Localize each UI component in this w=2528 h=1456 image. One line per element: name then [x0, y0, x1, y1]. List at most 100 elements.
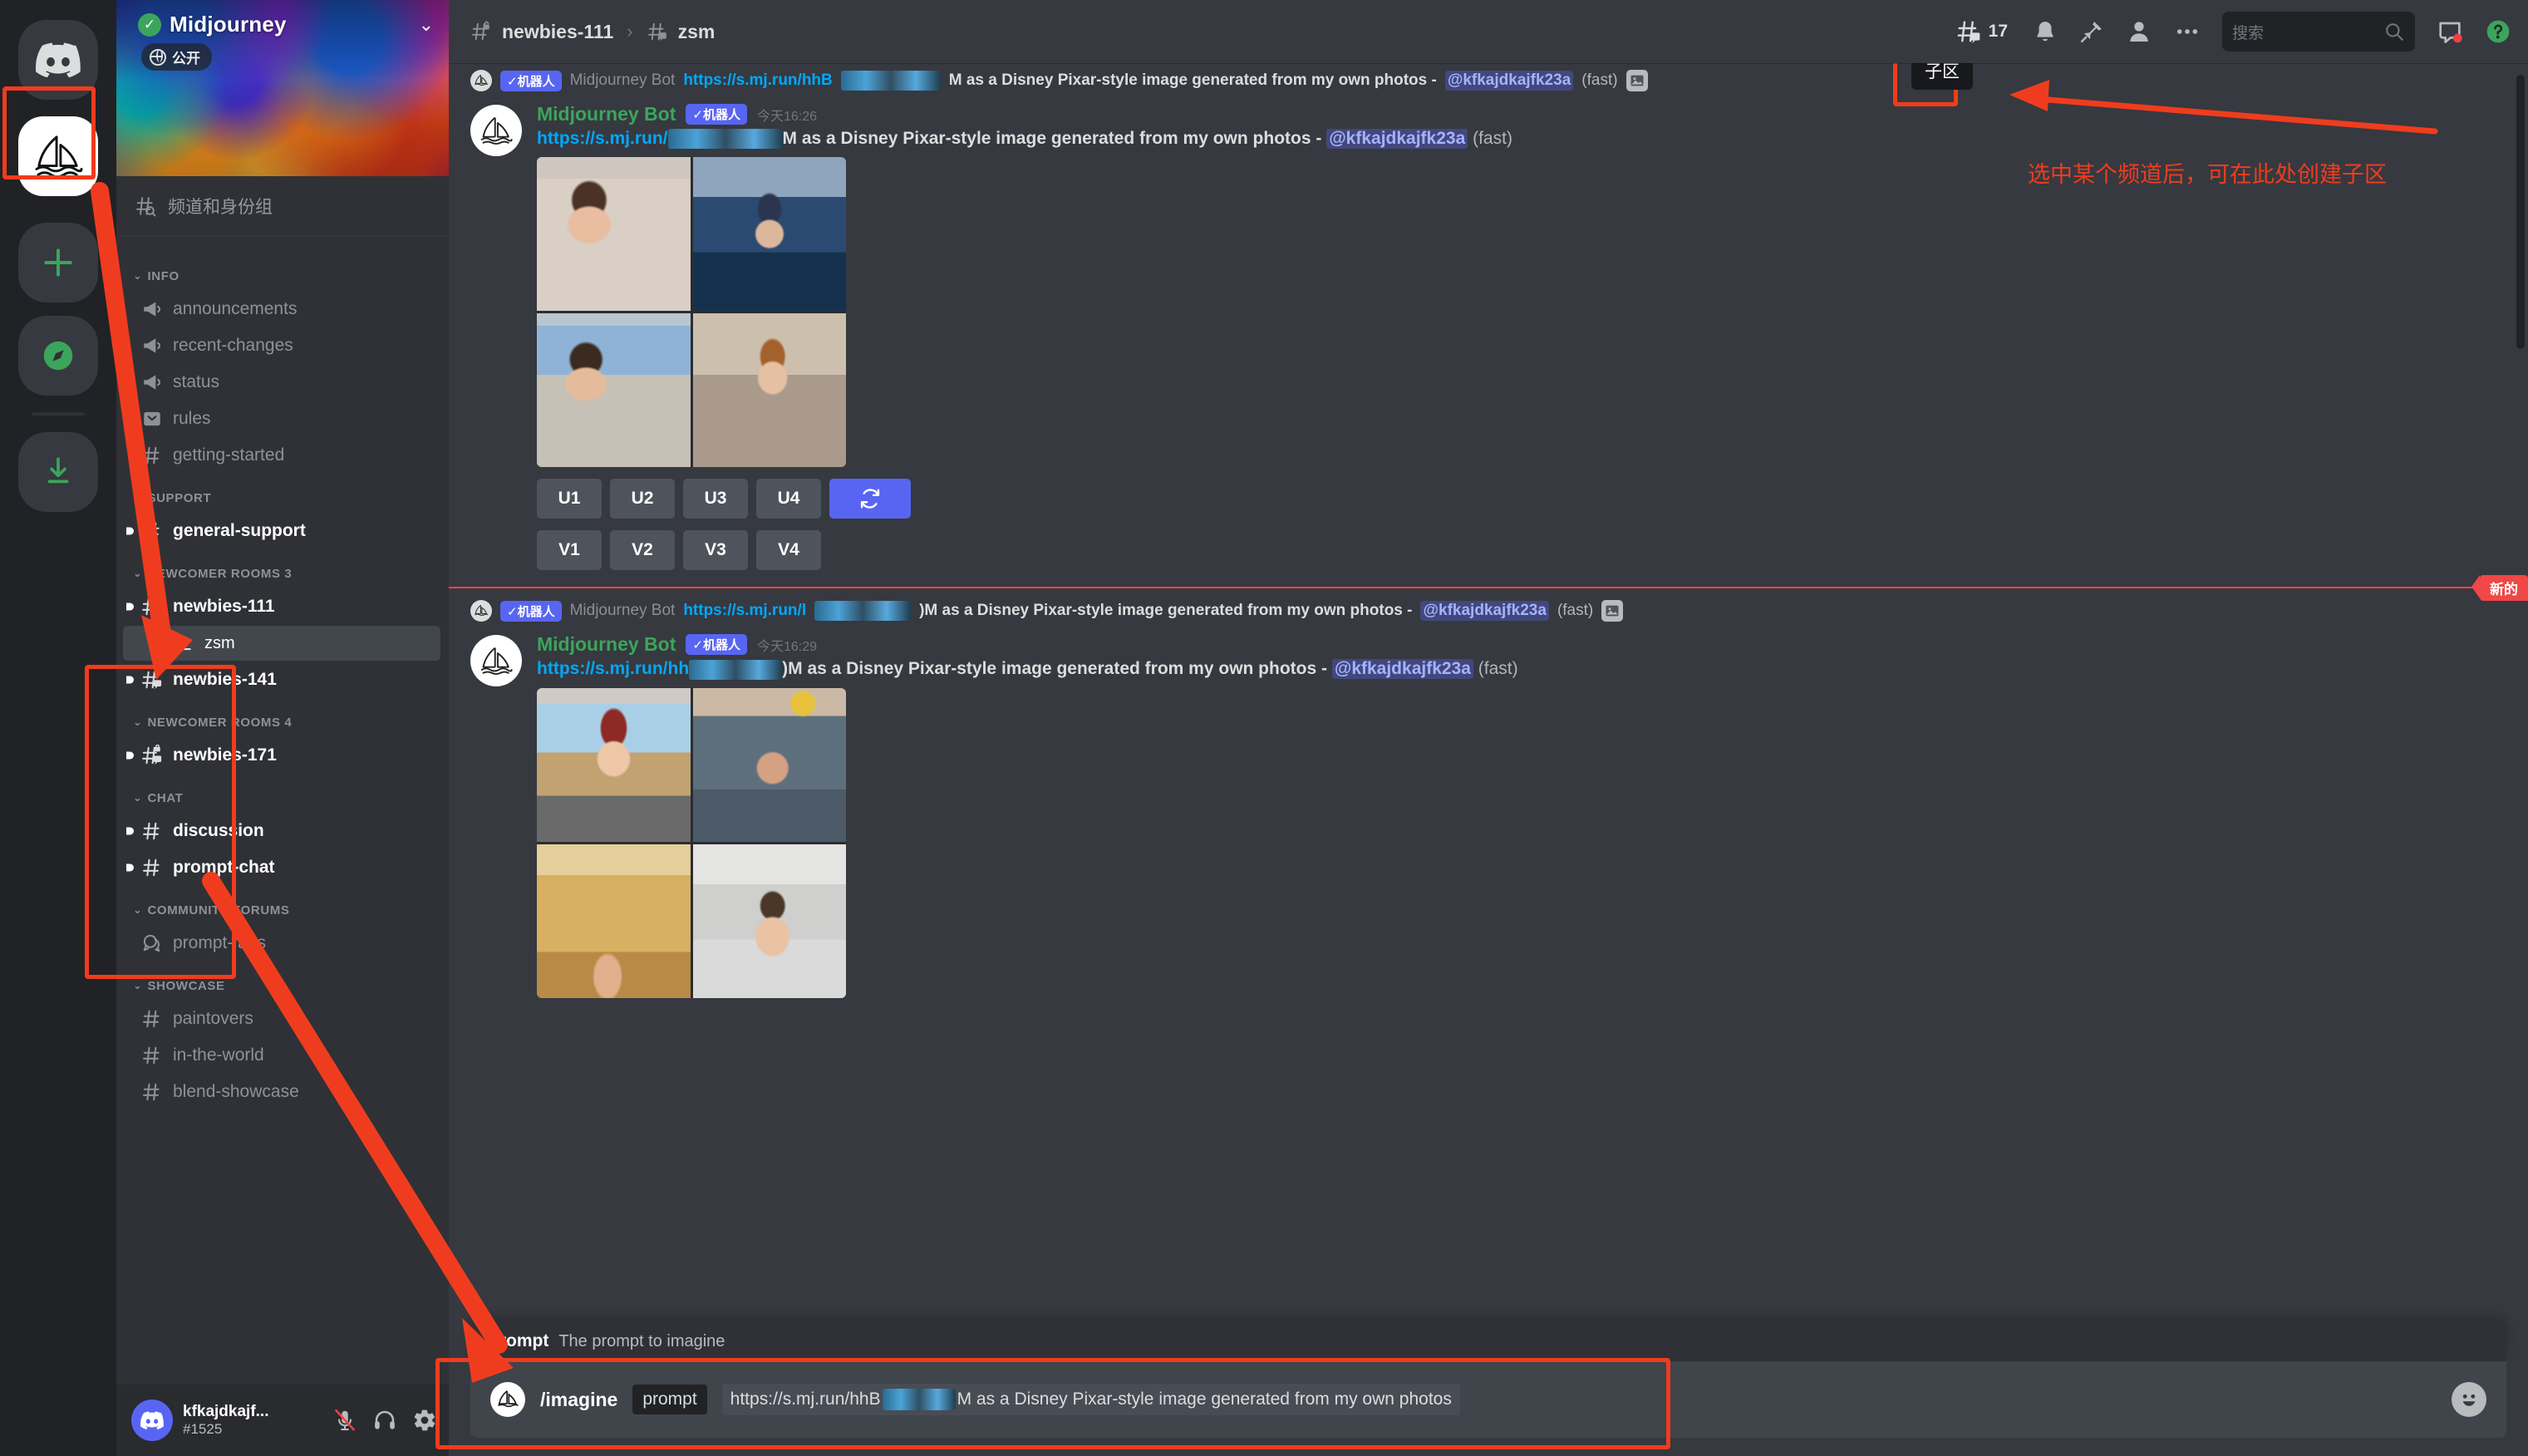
message-compact-preview[interactable]: ✓机器人 Midjourney Bot https://s.mj.run/hhB… — [449, 63, 2528, 98]
message-list[interactable]: ✓机器人 Midjourney Bot https://s.mj.run/hhB… — [449, 63, 2528, 1321]
thread-branch-icon — [177, 634, 191, 651]
sidebar-channel-general-support[interactable]: general-support — [123, 514, 440, 548]
upscale-button-u3[interactable]: U3 — [683, 479, 748, 519]
discord-home-button[interactable] — [18, 20, 98, 100]
sidebar-channel-rules[interactable]: rules — [123, 401, 440, 436]
chevron-down-icon[interactable]: ⌄ — [419, 14, 434, 36]
hash-icon — [143, 1083, 160, 1101]
category-header-info[interactable]: ⌄ INFO — [116, 253, 449, 290]
message-author[interactable]: Midjourney Bot — [537, 633, 676, 656]
message-link[interactable]: https://s.mj.run/hhB — [683, 71, 832, 90]
help-icon[interactable] — [2485, 18, 2511, 45]
avatar[interactable] — [131, 1399, 173, 1441]
sidebar-channel-announcements[interactable]: announcements — [123, 292, 440, 327]
channel-list[interactable]: ⌄ INFO announcements recent-changes status ru… — [116, 236, 449, 1385]
image-icon — [1606, 606, 1619, 617]
message-compact-preview[interactable]: ✓机器人 Midjourney Bot https://s.mj.run/l )… — [449, 593, 2528, 628]
generated-image[interactable] — [537, 313, 691, 468]
channel-label: newbies-141 — [173, 670, 277, 689]
avatar[interactable] — [470, 635, 522, 687]
upscale-button-u4[interactable]: U4 — [756, 479, 821, 519]
sidebar-channel-in-the-world[interactable]: in-the-world — [123, 1038, 440, 1073]
image-grid[interactable] — [537, 687, 846, 998]
generated-image[interactable] — [692, 687, 846, 842]
message-scrollbar[interactable] — [2516, 75, 2525, 349]
sidebar-channel-paintovers[interactable]: paintovers — [123, 1001, 440, 1036]
sidebar-channel-zsm[interactable]: zsm — [123, 626, 440, 661]
sidebar-channel-prompt-faqs[interactable]: prompt-faqs — [123, 926, 440, 961]
server-banner[interactable]: ✓ Midjourney ⌄ 公开 — [116, 0, 449, 176]
message[interactable]: Midjourney Bot ✓机器人 今天16:29 https://s.mj… — [449, 628, 2528, 1001]
sidebar-channel-prompt-chat[interactable]: prompt-chat — [123, 850, 440, 885]
download-apps-button[interactable] — [18, 432, 98, 512]
avatar[interactable] — [470, 105, 522, 156]
category-header-newcomer-rooms-4[interactable]: ⌄ NEWCOMER ROOMS 4 — [116, 699, 449, 736]
sidebar-channel-getting-started[interactable]: getting-started — [123, 438, 440, 473]
mention[interactable]: @kfkajdkajfk23a — [1444, 71, 1574, 91]
variation-button-v1[interactable]: V1 — [537, 530, 602, 571]
message-link[interactable]: https://s.mj.run/hh — [537, 659, 689, 678]
search-input[interactable]: 搜索 — [2222, 12, 2415, 52]
generated-image[interactable] — [537, 687, 691, 842]
message-link[interactable]: https://s.mj.run/ — [537, 129, 668, 148]
message-author[interactable]: Midjourney Bot — [537, 103, 676, 125]
browse-channels-button[interactable]: 频道和身份组 — [116, 176, 449, 236]
generated-image[interactable] — [692, 313, 846, 468]
image-icon — [1630, 75, 1644, 86]
thread-count: 17 — [1988, 22, 2008, 41]
command-arg-value[interactable]: https://s.mj.run/hhB M as a Disney Pixar-… — [721, 1384, 1460, 1415]
upscale-button-u1[interactable]: U1 — [537, 479, 602, 519]
generated-image[interactable] — [692, 844, 846, 998]
user-discriminator: #1525 — [183, 1421, 223, 1438]
category-header-chat[interactable]: ⌄ CHAT — [116, 775, 449, 812]
category-header-support[interactable]: ⌄ SUPPORT — [116, 475, 449, 512]
sidebar-channel-recent-changes[interactable]: recent-changes — [123, 328, 440, 363]
mic-muted-icon[interactable] — [332, 1408, 357, 1433]
sidebar-channel-newbies-171[interactable]: newbies-171 — [123, 738, 440, 773]
members-icon[interactable] — [2126, 18, 2152, 45]
message[interactable]: Midjourney Bot ✓机器人 今天16:26 https://s.mj… — [449, 98, 2528, 573]
mention[interactable]: @kfkajdkajfk23a — [1420, 601, 1549, 622]
reroll-button[interactable] — [829, 479, 911, 519]
headphones-icon[interactable] — [372, 1408, 397, 1433]
more-icon[interactable] — [2174, 18, 2201, 45]
generated-image[interactable] — [537, 844, 691, 998]
threads-button[interactable]: 17 — [1955, 18, 2008, 45]
variation-button-v3[interactable]: V3 — [683, 530, 748, 571]
message-link[interactable]: https://s.mj.run/l — [683, 602, 806, 620]
pin-icon[interactable] — [2079, 19, 2104, 44]
sidebar-channel-discussion[interactable]: discussion — [123, 814, 440, 849]
bell-icon[interactable] — [2033, 19, 2058, 44]
server-header[interactable]: ✓ Midjourney ⌄ — [138, 12, 434, 37]
category-header-showcase[interactable]: ⌄ SHOWCASE — [116, 962, 449, 1000]
sidebar-channel-newbies-111[interactable]: newbies-111 — [123, 589, 440, 624]
breadcrumb-parent-channel[interactable]: newbies-111 — [470, 21, 613, 43]
unread-indicator — [126, 863, 134, 872]
mention[interactable]: @kfkajdkajfk23a — [1331, 659, 1473, 680]
command-arg-value-prefix: https://s.mj.run/hhB — [730, 1390, 881, 1409]
user-identity[interactable]: kfkajdkajf... #1525 — [183, 1403, 269, 1437]
mention[interactable]: @kfkajdkajfk23a — [1326, 129, 1468, 149]
sidebar-channel-blend-showcase[interactable]: blend-showcase — [123, 1075, 440, 1109]
variation-button-v2[interactable]: V2 — [610, 530, 675, 571]
inbox-icon[interactable] — [2437, 18, 2463, 45]
sidebar-channel-newbies-141[interactable]: newbies-141 — [123, 662, 440, 697]
redacted-block — [689, 659, 783, 680]
generated-image[interactable] — [692, 157, 846, 312]
generated-image[interactable] — [537, 157, 691, 312]
redacted-block — [882, 1389, 956, 1410]
add-server-button[interactable] — [18, 223, 98, 303]
upscale-button-u2[interactable]: U2 — [610, 479, 675, 519]
server-icon-midjourney[interactable] — [18, 116, 98, 196]
image-grid[interactable] — [537, 157, 846, 468]
emoji-button[interactable] — [2452, 1382, 2486, 1417]
message-input[interactable]: /imagine prompt https://s.mj.run/hhB M as… — [470, 1361, 2506, 1438]
category-header-newcomer-rooms-3[interactable]: ⌄ NEWCOMER ROOMS 3 — [116, 550, 449, 588]
sidebar-channel-status[interactable]: status — [123, 365, 440, 400]
breadcrumb-thread[interactable]: zsm — [647, 21, 715, 43]
discord-logo-icon — [36, 42, 81, 77]
gear-icon[interactable] — [412, 1408, 437, 1433]
category-header-community-forums[interactable]: ⌄ COMMUNITY FORUMS — [116, 887, 449, 924]
variation-button-v4[interactable]: V4 — [756, 530, 821, 571]
explore-servers-button[interactable] — [18, 316, 98, 396]
